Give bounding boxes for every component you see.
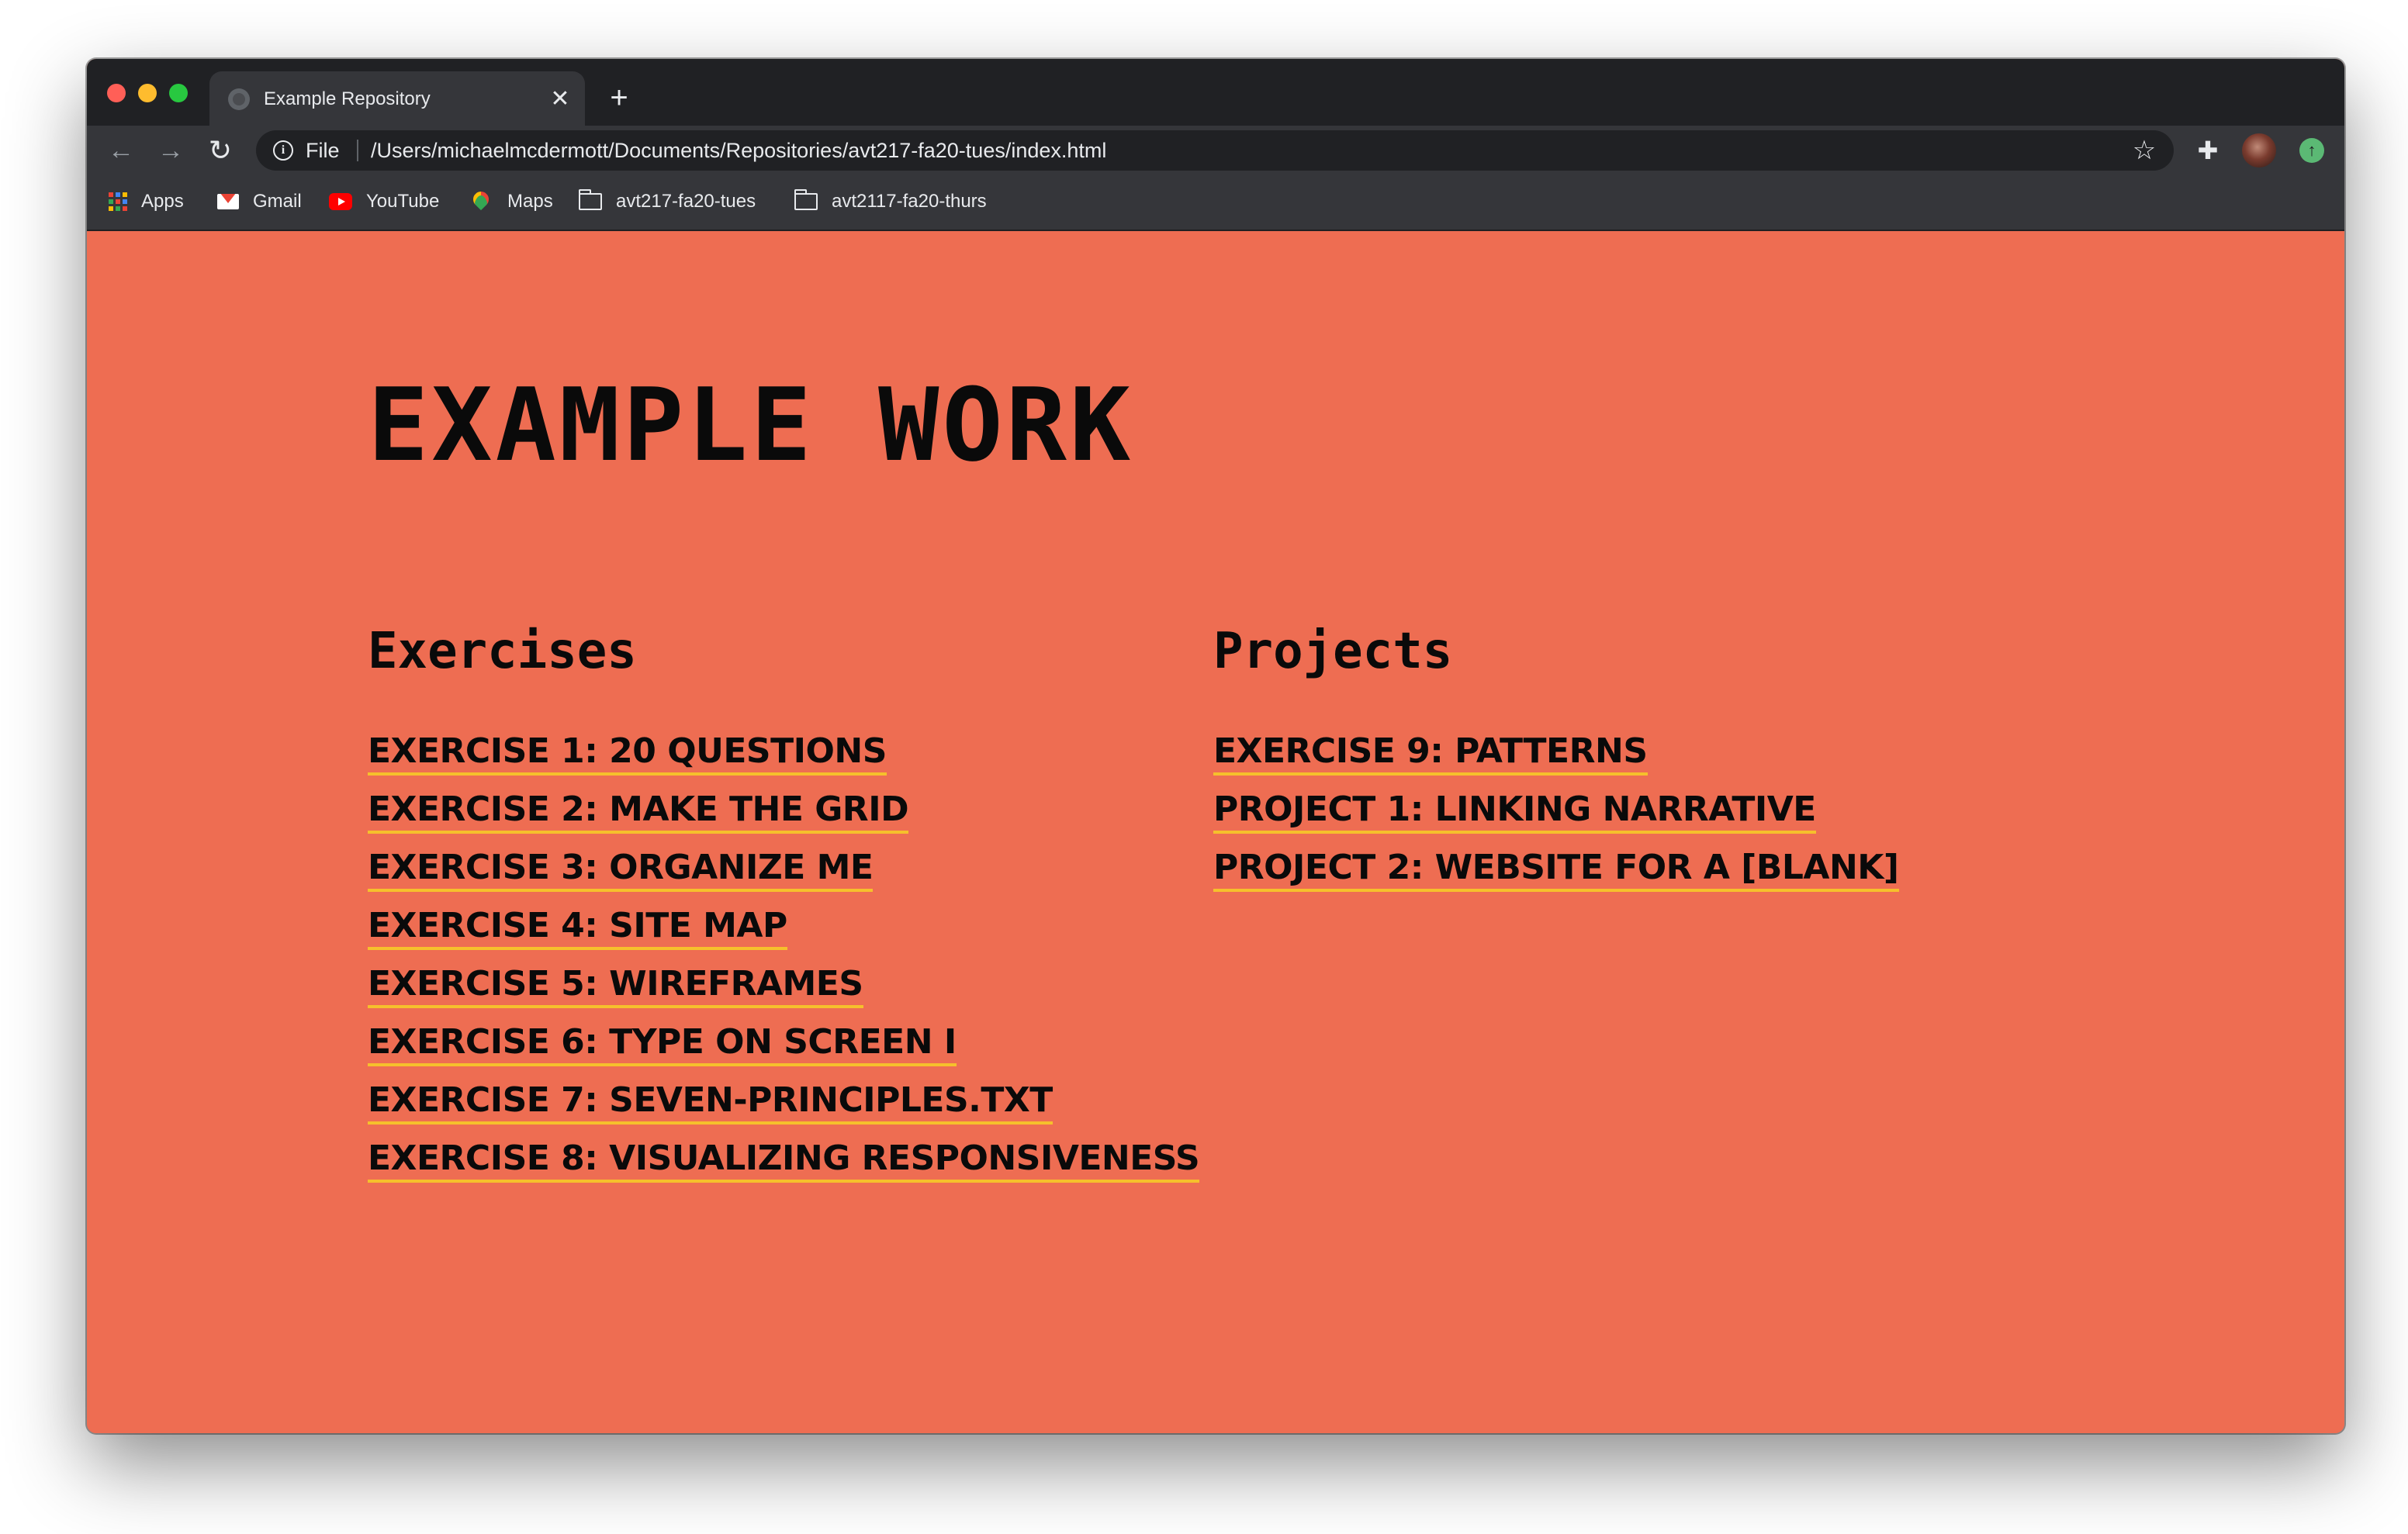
- exercise-link-6[interactable]: EXERCISE 6: TYPE ON SCREEN I: [368, 1021, 957, 1066]
- bookmark-label: avt2117-fa20-thurs: [832, 191, 987, 212]
- tab-strip: Example Repository ✕ +: [87, 59, 2344, 126]
- exercises-heading: Exercises: [368, 623, 637, 680]
- exercise-link-8[interactable]: EXERCISE 8: VISUALIZING RESPONSIVENESS: [368, 1138, 1200, 1183]
- address-bar[interactable]: i File /Users/michaelmcdermott/Documents…: [256, 130, 2174, 171]
- globe-icon: [228, 88, 250, 110]
- tab-close-icon[interactable]: ✕: [546, 85, 574, 113]
- bookmark-label: Apps: [141, 191, 184, 212]
- reload-icon[interactable]: ↻: [205, 135, 236, 166]
- forward-arrow-icon[interactable]: →: [155, 135, 186, 166]
- back-arrow-icon[interactable]: ←: [106, 135, 137, 166]
- exercise-link-3[interactable]: EXERCISE 3: ORGANIZE ME: [368, 847, 874, 892]
- profile-avatar[interactable]: [2242, 133, 2276, 168]
- extensions-puzzle-icon[interactable]: ✚: [2194, 136, 2222, 164]
- bookmark-label: YouTube: [366, 191, 440, 212]
- list-item: EXERCISE 1: 20 QUESTIONS: [368, 731, 1199, 789]
- bookmarks-bar: Apps Gmail YouTube Maps avt217-fa20-tues…: [87, 175, 2344, 231]
- list-item: EXERCISE 2: MAKE THE GRID: [368, 789, 1199, 847]
- tab-title: Example Repository: [264, 88, 431, 109]
- folder-icon: [578, 189, 602, 210]
- scheme-label: File: [306, 139, 340, 162]
- projects-heading: Projects: [1213, 623, 1453, 680]
- update-icon[interactable]: ↑: [2299, 138, 2324, 163]
- bookmark-maps[interactable]: Maps: [469, 188, 553, 214]
- exercises-list: EXERCISE 1: 20 QUESTIONS EXERCISE 2: MAK…: [368, 731, 1200, 1196]
- exercise-link-7[interactable]: EXERCISE 7: SEVEN-PRINCIPLES.TXT: [368, 1080, 1053, 1125]
- minimize-window-button[interactable]: [138, 84, 157, 102]
- projects-column: Projects EXERCISE 9: PATTERNS PROJECT 1:…: [1213, 619, 1899, 905]
- list-item: EXERCISE 9: PATTERNS: [1213, 731, 1899, 789]
- list-item: EXERCISE 3: ORGANIZE ME: [368, 847, 1199, 905]
- projects-list: EXERCISE 9: PATTERNS PROJECT 1: LINKING …: [1213, 731, 1899, 905]
- toolbar: ← → ↻ i File /Users/michaelmcdermott/Doc…: [87, 126, 2344, 175]
- bookmark-label: Maps: [507, 191, 553, 212]
- apps-grid-icon: [109, 192, 127, 211]
- bookmark-gmail[interactable]: Gmail: [217, 189, 302, 214]
- project-link-2[interactable]: PROJECT 2: WEBSITE FOR A [BLANK]: [1213, 847, 1899, 892]
- bookmark-avt2117-fa20-thurs[interactable]: avt2117-fa20-thurs: [794, 189, 987, 214]
- list-item: PROJECT 1: LINKING NARRATIVE: [1213, 789, 1899, 847]
- bookmark-youtube[interactable]: YouTube: [329, 189, 439, 214]
- list-item: PROJECT 2: WEBSITE FOR A [BLANK]: [1213, 847, 1899, 905]
- youtube-icon: [329, 193, 352, 210]
- project-link-exercise-9[interactable]: EXERCISE 9: PATTERNS: [1213, 731, 1648, 776]
- exercise-link-5[interactable]: EXERCISE 5: WIREFRAMES: [368, 963, 863, 1008]
- exercise-link-1[interactable]: EXERCISE 1: 20 QUESTIONS: [368, 731, 887, 776]
- new-tab-icon[interactable]: +: [604, 82, 635, 113]
- project-link-1[interactable]: PROJECT 1: LINKING NARRATIVE: [1213, 789, 1816, 834]
- list-item: EXERCISE 6: TYPE ON SCREEN I: [368, 1021, 1199, 1080]
- list-item: EXERCISE 7: SEVEN-PRINCIPLES.TXT: [368, 1080, 1199, 1138]
- bookmark-star-icon[interactable]: ☆: [2130, 136, 2158, 164]
- address-divider: [357, 140, 358, 161]
- exercise-link-4[interactable]: EXERCISE 4: SITE MAP: [368, 905, 787, 950]
- close-window-button[interactable]: [107, 84, 126, 102]
- zoom-window-button[interactable]: [169, 84, 188, 102]
- list-item: EXERCISE 4: SITE MAP: [368, 905, 1199, 963]
- url-text[interactable]: /Users/michaelmcdermott/Documents/Reposi…: [371, 138, 1106, 163]
- page-content: EXAMPLE WORK Exercises EXERCISE 1: 20 QU…: [87, 231, 2344, 1433]
- list-item: EXERCISE 5: WIREFRAMES: [368, 963, 1199, 1021]
- info-icon[interactable]: i: [273, 140, 293, 161]
- maps-pin-icon: [469, 188, 493, 211]
- bookmark-label: avt217-fa20-tues: [616, 191, 756, 212]
- list-item: EXERCISE 8: VISUALIZING RESPONSIVENESS: [368, 1138, 1200, 1196]
- exercises-column: Exercises EXERCISE 1: 20 QUESTIONS EXERC…: [368, 619, 1200, 1196]
- gmail-icon: [217, 194, 239, 209]
- bookmark-apps[interactable]: Apps: [109, 189, 184, 214]
- bookmark-avt217-fa20-tues[interactable]: avt217-fa20-tues: [578, 189, 756, 214]
- page-title: EXAMPLE WORK: [368, 366, 1134, 484]
- folder-icon: [794, 189, 818, 210]
- tab-example-repository[interactable]: Example Repository ✕: [209, 71, 585, 126]
- exercise-link-2[interactable]: EXERCISE 2: MAKE THE GRID: [368, 789, 909, 834]
- browser-window: Example Repository ✕ + ← → ↻ i File /Use…: [87, 59, 2344, 1433]
- bookmark-label: Gmail: [253, 191, 302, 212]
